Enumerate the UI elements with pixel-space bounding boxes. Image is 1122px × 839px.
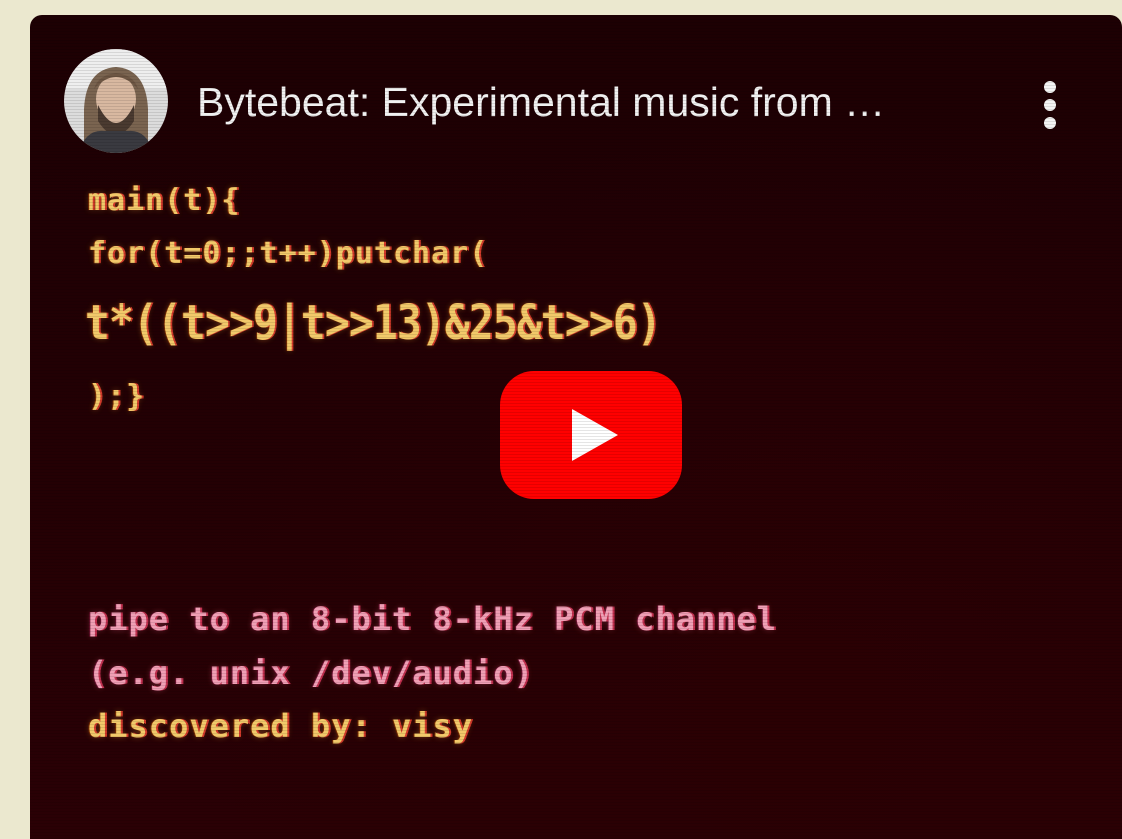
video-embed[interactable]: Bytebeat: Experimental music from … main…	[30, 15, 1122, 839]
menu-dot	[1044, 81, 1056, 93]
code-line: main(t){	[88, 183, 241, 218]
avatar-portrait-icon	[64, 49, 168, 153]
caption-line: (e.g. unix /dev/audio)	[88, 654, 534, 692]
caption-line-credit: discovered by: visy	[88, 707, 474, 745]
code-line-formula: t*((t>>9|t>>13)&25&t>>6)	[85, 295, 662, 351]
more-options-button[interactable]	[1020, 75, 1080, 135]
caption-line: pipe to an 8-bit 8-kHz PCM channel	[88, 600, 778, 638]
youtube-play-icon	[572, 409, 618, 461]
menu-dot	[1044, 99, 1056, 111]
code-line: );}	[88, 379, 146, 414]
code-line: for(t=0;;t++)putchar(	[88, 236, 489, 271]
channel-avatar[interactable]	[64, 49, 168, 153]
menu-dot	[1044, 117, 1056, 129]
video-title[interactable]: Bytebeat: Experimental music from …	[197, 75, 997, 129]
play-button[interactable]	[500, 371, 682, 499]
